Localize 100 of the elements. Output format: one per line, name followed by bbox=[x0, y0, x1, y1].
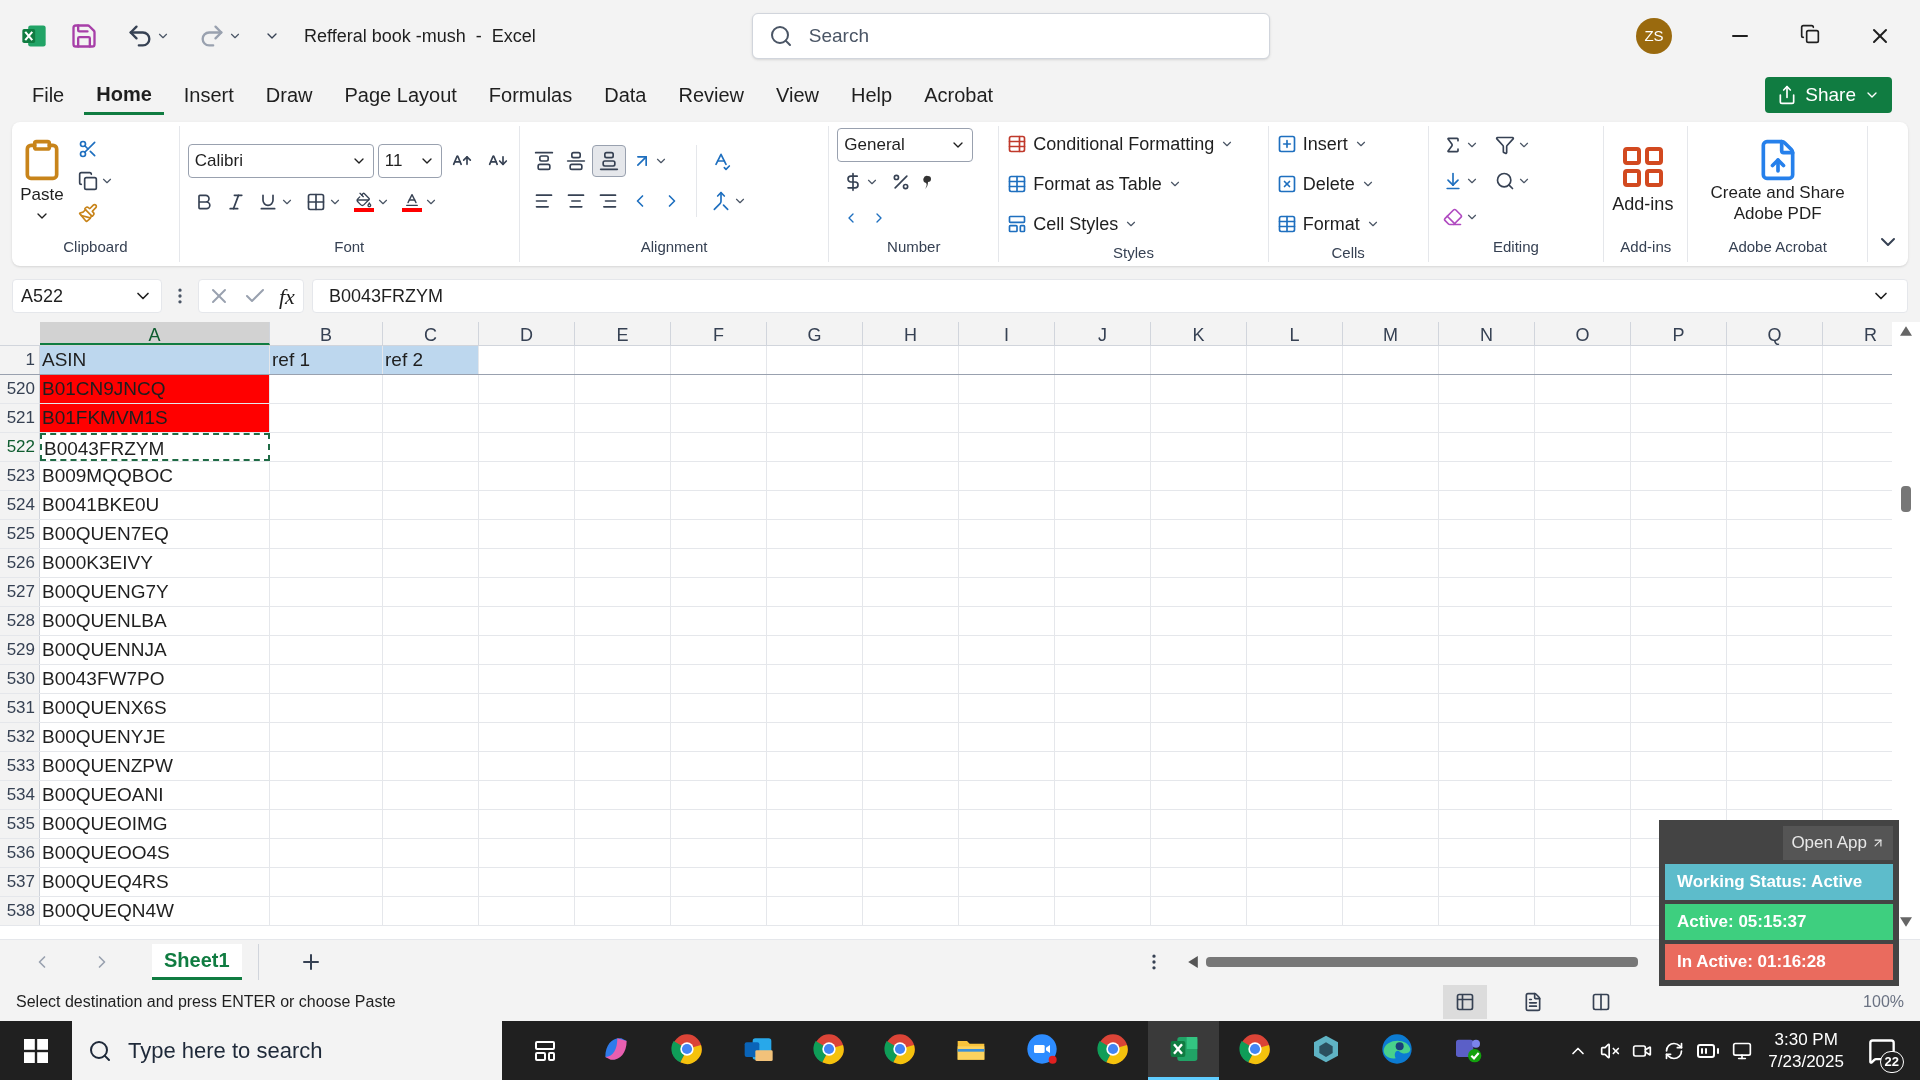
function-icon[interactable]: fx bbox=[279, 279, 295, 313]
style-button[interactable]: Conditional Formatting bbox=[1007, 126, 1235, 162]
column-header[interactable]: G bbox=[767, 322, 863, 345]
column-header[interactable]: A bbox=[40, 322, 270, 345]
ribbon-tab[interactable]: Formulas bbox=[476, 75, 585, 115]
column-header[interactable]: K bbox=[1151, 322, 1247, 345]
view-button[interactable] bbox=[1443, 985, 1488, 1019]
open-app-link[interactable]: Open App bbox=[1783, 826, 1893, 860]
browser-icon bbox=[1238, 1033, 1271, 1065]
ribbon-tab[interactable]: Review bbox=[666, 75, 757, 115]
paste-button[interactable]: Paste bbox=[20, 138, 64, 224]
horizontal-scrollbar[interactable] bbox=[1188, 954, 1638, 969]
network-icon[interactable] bbox=[1732, 1040, 1753, 1061]
table-cell: B00QUENG7Y bbox=[40, 578, 270, 606]
share-button[interactable]: Share bbox=[1765, 77, 1892, 113]
row-header[interactable]: 538 bbox=[0, 897, 40, 925]
table-cell: B00QUENX6S bbox=[40, 694, 270, 722]
ribbon-tab[interactable]: Data bbox=[592, 75, 659, 115]
row-header[interactable]: 527 bbox=[0, 578, 40, 606]
column-header[interactable]: I bbox=[959, 322, 1055, 345]
muted-speaker-icon[interactable] bbox=[1600, 1040, 1621, 1061]
column-header[interactable]: H bbox=[863, 322, 959, 345]
row-header[interactable]: 525 bbox=[0, 520, 40, 548]
cells-button[interactable]: Insert bbox=[1276, 126, 1380, 162]
taskbar-search-box[interactable]: Type here to search bbox=[72, 1021, 502, 1080]
column-header[interactable]: F bbox=[671, 322, 767, 345]
sheet-tab[interactable]: Sheet1 bbox=[152, 943, 242, 980]
style-button[interactable]: Cell Styles bbox=[1007, 206, 1235, 242]
column-header[interactable]: O bbox=[1535, 322, 1631, 345]
table-cell: B0041BKE0U bbox=[40, 491, 270, 519]
scroll-thumb[interactable] bbox=[1901, 486, 1911, 512]
ribbon-tab[interactable]: Acrobat bbox=[912, 75, 1006, 115]
formula-field[interactable]: B0043FRZYM bbox=[311, 279, 1908, 313]
style-button[interactable]: Format as Table bbox=[1007, 166, 1235, 202]
ribbon-tab[interactable]: Insert bbox=[171, 75, 246, 115]
task-view-icon[interactable] bbox=[533, 1038, 557, 1063]
row-header[interactable]: 532 bbox=[0, 723, 40, 751]
column-header[interactable]: B bbox=[270, 322, 383, 345]
column-header[interactable]: M bbox=[1343, 322, 1439, 345]
row-header[interactable]: 535 bbox=[0, 810, 40, 838]
column-header[interactable]: D bbox=[479, 322, 575, 345]
row-header[interactable]: 529 bbox=[0, 636, 40, 664]
table-cell: B00QUENZPW bbox=[40, 752, 270, 780]
row-header[interactable]: 522 bbox=[0, 433, 40, 461]
windows-logo-icon[interactable] bbox=[24, 1038, 48, 1063]
row-header[interactable]: 534 bbox=[0, 781, 40, 809]
scroll-left-icon bbox=[1188, 955, 1198, 968]
row-header[interactable]: 533 bbox=[0, 752, 40, 780]
ribbon-tab[interactable]: Draw bbox=[253, 75, 325, 115]
column-header[interactable]: P bbox=[1631, 322, 1727, 345]
taskbar-app-button[interactable] bbox=[1148, 1021, 1219, 1080]
font-size-dropdown[interactable]: 11 bbox=[377, 143, 442, 178]
column-header[interactable]: J bbox=[1055, 322, 1151, 345]
table-cell: B000K3EIVY bbox=[40, 549, 270, 577]
row-header[interactable]: 526 bbox=[0, 549, 40, 577]
clock-date[interactable]: 7/23/2025 bbox=[1768, 1050, 1844, 1072]
table-cell: B00QUEOANI bbox=[40, 781, 270, 809]
row-header[interactable]: 536 bbox=[0, 839, 40, 867]
add-ins-button[interactable]: Add-ins bbox=[1612, 143, 1674, 219]
clock-time[interactable]: 3:30 PM bbox=[1774, 1029, 1838, 1051]
number-format-dropdown[interactable]: General bbox=[837, 127, 974, 162]
ribbon-tab[interactable]: View bbox=[764, 75, 832, 115]
user-avatar[interactable]: ZS bbox=[1636, 18, 1672, 54]
name-box[interactable]: A522 bbox=[12, 279, 162, 313]
zoom-level[interactable]: 100% bbox=[1863, 990, 1904, 1014]
row-header[interactable]: 521 bbox=[0, 404, 40, 432]
row-header[interactable]: 1 bbox=[0, 346, 40, 374]
row-header[interactable]: 528 bbox=[0, 607, 40, 635]
table-cell: B00QUENLBA bbox=[40, 607, 270, 635]
row-header[interactable]: 524 bbox=[0, 491, 40, 519]
tracker-status-bar: In Active: 01:16:28 bbox=[1665, 943, 1893, 980]
scroll-down-icon bbox=[1900, 917, 1912, 927]
row-header[interactable]: 520 bbox=[0, 375, 40, 403]
restore-icon[interactable] bbox=[1800, 24, 1820, 44]
column-header[interactable]: C bbox=[383, 322, 479, 345]
sync-icon[interactable] bbox=[1664, 1040, 1685, 1061]
vertical-align-button[interactable] bbox=[591, 144, 626, 177]
row-header[interactable]: 537 bbox=[0, 868, 40, 896]
column-header[interactable]: N bbox=[1439, 322, 1535, 345]
create-pdf-button[interactable]: Create and Share Adobe PDF bbox=[1696, 137, 1859, 224]
row-header[interactable]: 523 bbox=[0, 462, 40, 490]
cells-button[interactable]: Format bbox=[1276, 206, 1380, 242]
ribbon-tab[interactable]: Home bbox=[84, 75, 164, 115]
search-box[interactable]: Search bbox=[751, 13, 1270, 59]
cells-button[interactable]: Delete bbox=[1276, 166, 1380, 202]
taskbar-search-field[interactable]: Type here to search bbox=[128, 1034, 486, 1067]
ribbon-tab[interactable]: File bbox=[20, 75, 77, 115]
column-header[interactable]: Q bbox=[1727, 322, 1823, 345]
ribbon-tab[interactable]: Page Layout bbox=[332, 75, 469, 115]
group-label: Cells bbox=[1330, 243, 1366, 263]
column-header[interactable]: E bbox=[575, 322, 671, 345]
scroll-up-icon bbox=[1900, 326, 1912, 336]
search-field[interactable]: Search bbox=[808, 21, 1253, 51]
row-header[interactable]: 531 bbox=[0, 694, 40, 722]
font-name-dropdown[interactable]: Calibri bbox=[187, 143, 374, 178]
row-header[interactable]: 530 bbox=[0, 665, 40, 693]
ribbon-tab[interactable]: Help bbox=[839, 75, 905, 115]
borders-icon bbox=[305, 191, 326, 212]
table-cell: B00QUEQN4W bbox=[40, 897, 270, 925]
column-header[interactable]: L bbox=[1247, 322, 1343, 345]
